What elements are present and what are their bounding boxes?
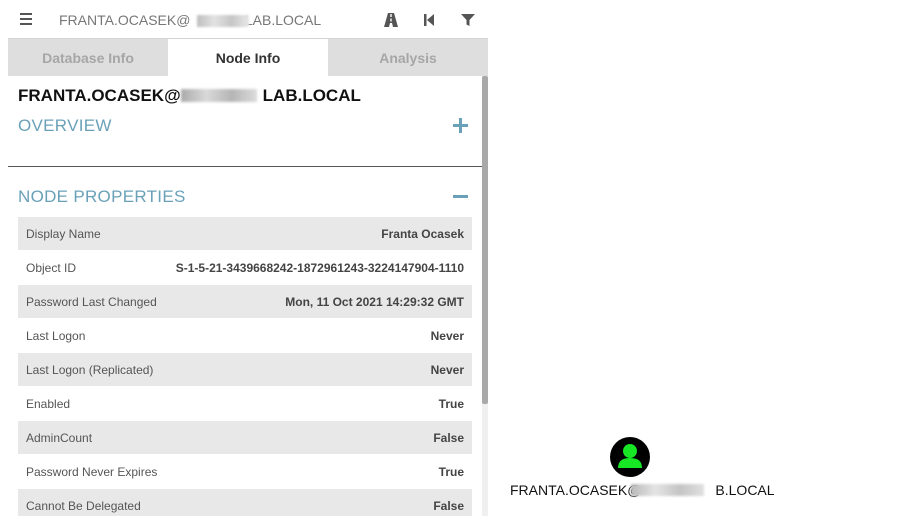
property-key: Display Name xyxy=(18,217,167,251)
property-value: True xyxy=(166,454,472,489)
user-icon[interactable] xyxy=(610,437,650,477)
redacted-text xyxy=(181,89,257,102)
hamburger-menu-icon[interactable] xyxy=(20,13,32,27)
property-key: Last Logon xyxy=(18,318,167,353)
overview-heading[interactable]: OVERVIEW xyxy=(18,116,112,136)
property-key: Object ID xyxy=(18,250,167,285)
property-key: AdminCount xyxy=(18,420,167,455)
property-value: Mon, 11 Oct 2021 14:29:32 GMT xyxy=(166,284,472,319)
property-row: Display Name Franta Ocasek xyxy=(18,217,472,251)
property-row: Last Logon (Replicated) Never xyxy=(18,352,472,387)
node-title-prefix: FRANTA.OCASEK@ xyxy=(18,86,181,105)
redacted-text xyxy=(197,15,249,27)
property-row: Password Never Expires True xyxy=(18,454,472,489)
node-title-suffix: LAB.LOCAL xyxy=(262,86,361,105)
graph-node-label-prefix: FRANTA.OCASEK@ xyxy=(510,482,642,498)
filter-icon[interactable] xyxy=(460,12,476,28)
property-key: Password Last Changed xyxy=(18,284,167,319)
tab-bar: Database Info Node Info Analysis xyxy=(8,38,488,76)
tab-analysis[interactable]: Analysis xyxy=(328,38,488,76)
property-row: Last Logon Never xyxy=(18,318,472,353)
property-value: Never xyxy=(166,318,472,353)
property-key: Last Logon (Replicated) xyxy=(18,352,167,387)
tab-node-info[interactable]: Node Info xyxy=(168,38,328,76)
search-bar xyxy=(8,2,488,38)
property-row: Object ID S-1-5-21-3439668242-1872961243-… xyxy=(18,250,472,285)
property-value: Never xyxy=(166,352,472,387)
step-back-icon[interactable] xyxy=(421,12,437,28)
expand-plus-icon[interactable] xyxy=(453,118,468,133)
graph-node-label-suffix: B.LOCAL xyxy=(715,482,775,498)
property-row: Enabled True xyxy=(18,386,472,421)
graph-canvas[interactable]: FRANTA.OCASEK@ B.LOCAL xyxy=(488,0,898,516)
property-row: Password Last Changed Mon, 11 Oct 2021 14… xyxy=(18,284,472,319)
property-value: False xyxy=(166,488,472,516)
collapse-minus-icon[interactable] xyxy=(453,189,468,204)
property-key: Enabled xyxy=(18,386,167,421)
property-value: True xyxy=(166,386,472,421)
property-row: Cannot Be Delegated False xyxy=(18,488,472,516)
property-value: Franta Ocasek xyxy=(166,217,472,251)
property-key: Password Never Expires xyxy=(18,454,167,489)
property-value: S-1-5-21-3439668242-1872961243-322414790… xyxy=(166,250,472,285)
property-value: False xyxy=(166,420,472,455)
section-divider xyxy=(8,166,482,167)
road-icon[interactable] xyxy=(383,12,399,28)
sidebar-panel: Database Info Node Info Analysis FRANTA.… xyxy=(8,0,488,516)
tab-database-info[interactable]: Database Info xyxy=(8,38,168,76)
property-row: AdminCount False xyxy=(18,420,472,455)
node-properties-heading[interactable]: NODE PROPERTIES xyxy=(18,187,186,207)
node-info-content: FRANTA.OCASEK@ LAB.LOCAL OVERVIEW NODE PR… xyxy=(8,76,482,516)
node-properties-table: Display Name Franta Ocasek Object ID S-1-5-… xyxy=(18,217,472,516)
redacted-text xyxy=(631,484,704,496)
property-key: Cannot Be Delegated xyxy=(18,488,167,516)
